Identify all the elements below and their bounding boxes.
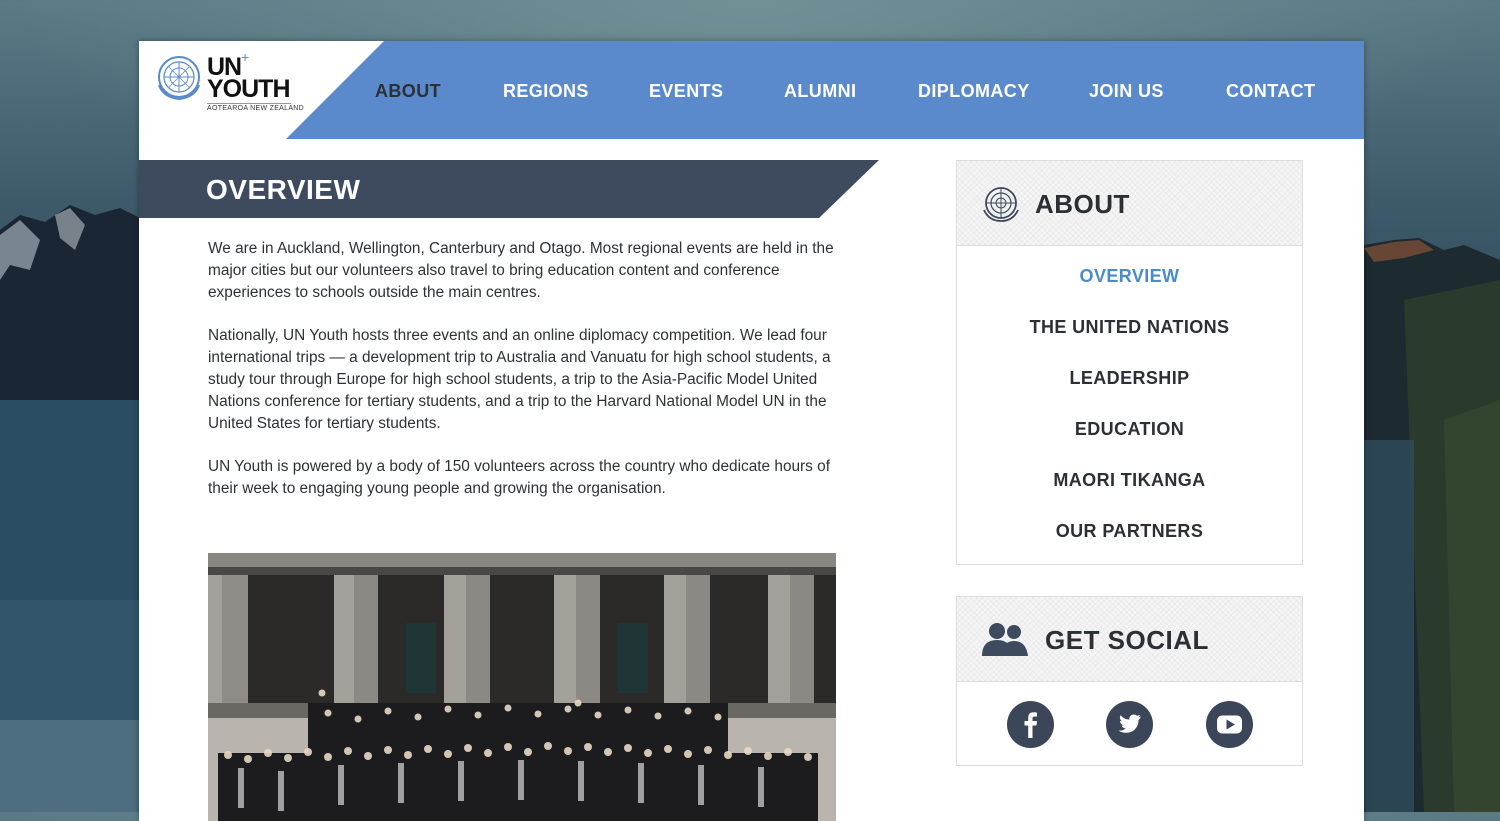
un-emblem-icon [983,187,1019,222]
nav-item-contact[interactable]: CONTACT [1226,81,1315,102]
logo-tagline: AOTEAROA NEW ZEALAND [207,105,305,112]
page-title: OVERVIEW [206,174,361,205]
sidebar-link-maori-tikanga[interactable]: MAORI TIKANGA [957,470,1302,491]
people-icon [982,623,1028,656]
nav-item-diplomacy[interactable]: DIPLOMACY [918,81,1030,102]
logo-divider [207,103,291,104]
about-links: OVERVIEW THE UNITED NATIONS LEADERSHIP E… [957,246,1302,564]
logo-wordmark-youth: YOUTH [207,75,290,103]
group-photo [208,553,836,821]
youtube-button[interactable] [1206,701,1253,748]
about-panel-title: ABOUT [1035,189,1130,219]
background-landscape-left [0,0,140,812]
facebook-button[interactable] [1007,701,1054,748]
twitter-button[interactable] [1106,701,1153,748]
social-panel-header: GET SOCIAL [957,597,1302,682]
about-panel: ABOUT OVERVIEW THE UNITED NATIONS LEADER… [956,160,1303,565]
sidebar-link-the-united-nations[interactable]: THE UNITED NATIONS [957,317,1302,338]
paragraph-regions: We are in Auckland, Wellington, Canterbu… [208,240,834,301]
sidebar-link-education[interactable]: EDUCATION [957,419,1302,440]
social-icons [957,682,1302,765]
facebook-icon [1024,712,1037,738]
nav-item-about[interactable]: ABOUT [375,81,441,102]
nav-item-events[interactable]: EVENTS [649,81,723,102]
paragraph-events: Nationally, UN Youth hosts three events … [208,327,831,432]
twitter-icon [1118,714,1141,733]
social-panel: GET SOCIAL [956,596,1303,766]
background-landscape-right [1364,0,1500,812]
social-panel-title: GET SOCIAL [1045,625,1209,655]
main-content: We are in Auckland, Wellington, Canterbu… [208,238,862,521]
site-logo[interactable]: UN + YOUTH AOTEAROA NEW ZEALAND [153,49,305,125]
nav-item-join-us[interactable]: JOIN US [1089,81,1164,102]
page-container: UN + YOUTH AOTEAROA NEW ZEALAND ABOUT RE… [139,41,1364,821]
sidebar-link-leadership[interactable]: LEADERSHIP [957,368,1302,389]
about-panel-header: ABOUT [957,161,1302,246]
nav-item-alumni[interactable]: ALUMNI [784,81,856,102]
main-nav: ABOUT REGIONS EVENTS ALUMNI DIPLOMACY JO… [375,81,1335,107]
nav-item-regions[interactable]: REGIONS [503,81,589,102]
logo-plus-mark: + [241,49,250,65]
paragraph-volunteers: UN Youth is powered by a body of 150 vol… [208,458,830,497]
un-emblem-icon [158,56,200,101]
site-header: UN + YOUTH AOTEAROA NEW ZEALAND ABOUT RE… [139,41,1364,139]
youtube-icon [1217,715,1242,734]
sidebar-link-overview[interactable]: OVERVIEW [957,266,1302,287]
sidebar-link-our-partners[interactable]: OUR PARTNERS [957,521,1302,542]
